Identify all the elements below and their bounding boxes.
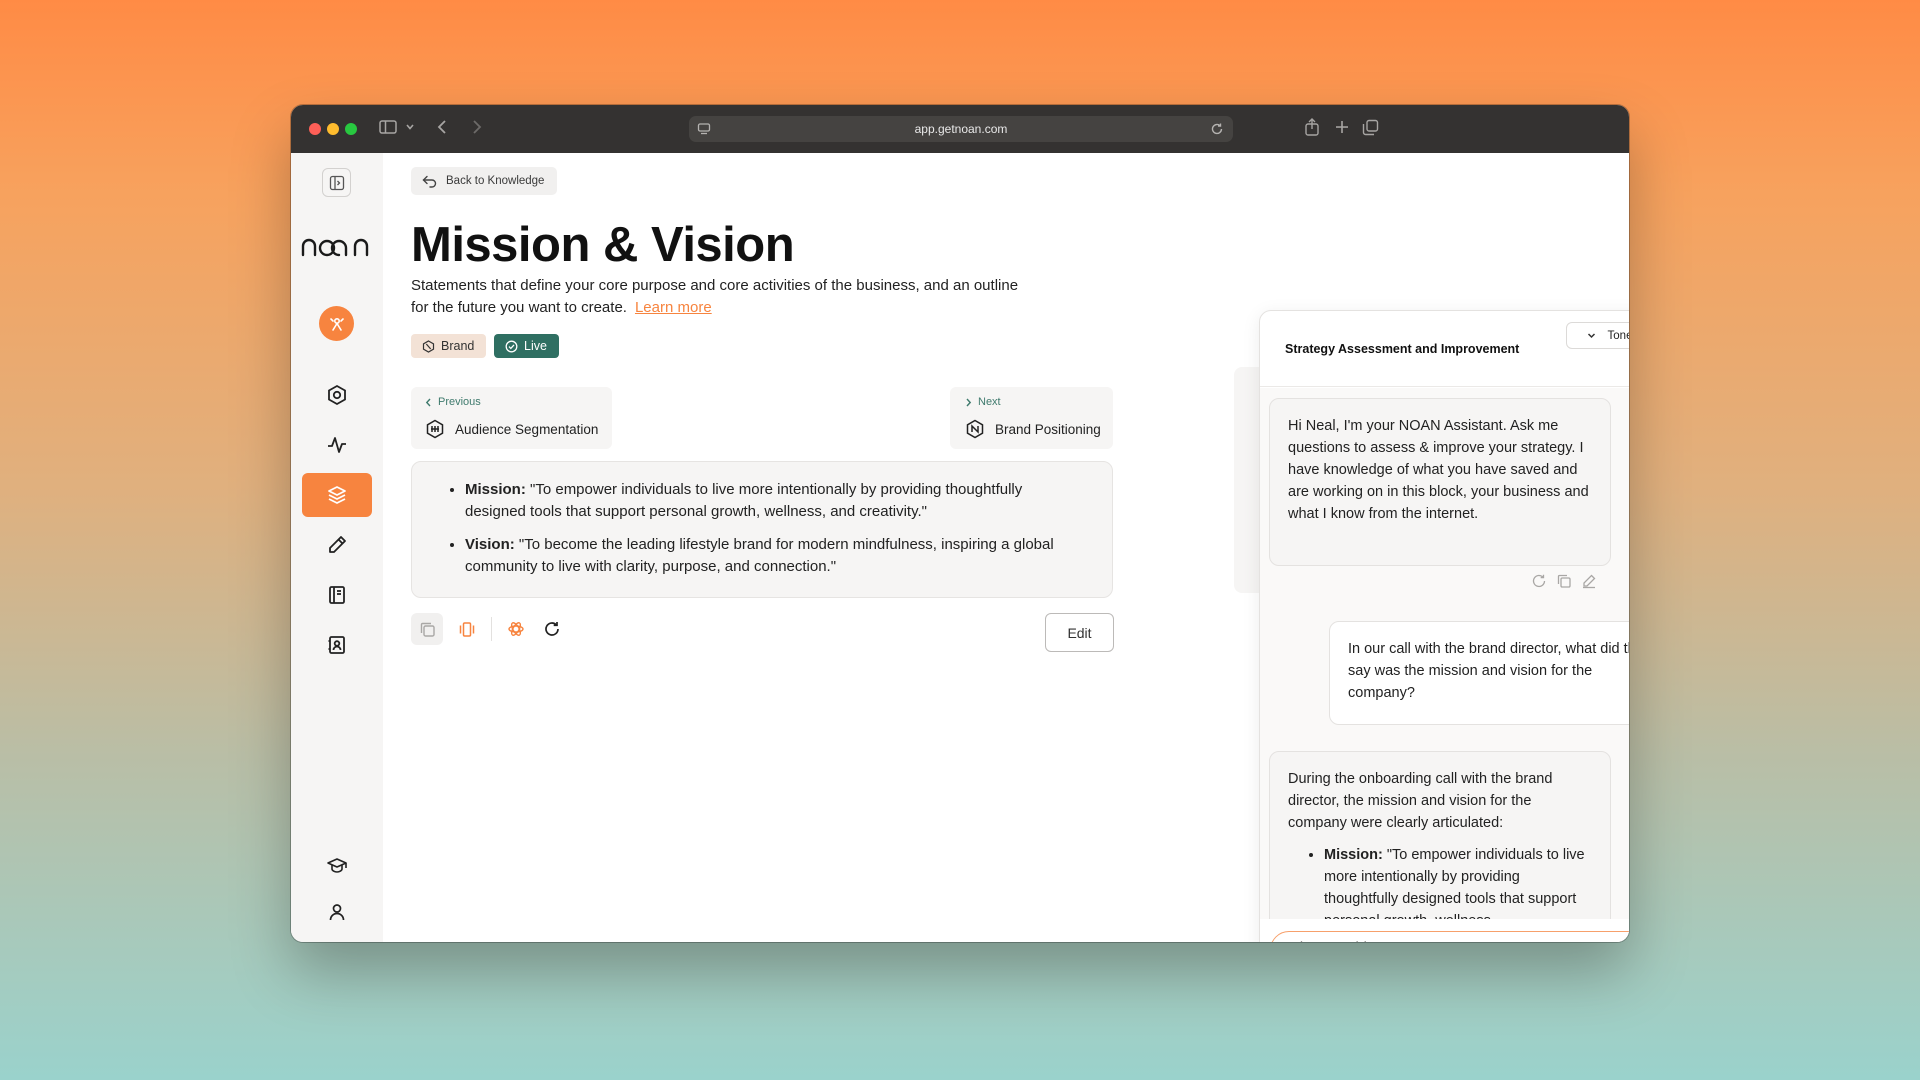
live-tag-label: Live <box>524 339 547 353</box>
vision-label: Vision: <box>465 536 515 553</box>
page-title: Mission & Vision <box>411 218 795 272</box>
chevron-down-icon[interactable] <box>405 122 415 132</box>
minimize-window-button[interactable] <box>327 123 339 135</box>
browser-titlebar: app.getnoan.com <box>291 105 1629 153</box>
assistant-mission-label: Mission: <box>1324 847 1383 863</box>
previous-label-row: Previous <box>425 396 481 408</box>
versions-icon[interactable] <box>451 613 483 645</box>
app-sidebar <box>291 153 383 942</box>
next-block-card[interactable]: Next Brand Positioning <box>950 387 1113 449</box>
previous-name: Audience Segmentation <box>455 421 599 437</box>
learn-more-link[interactable]: Learn more <box>635 299 712 316</box>
collapse-sidebar-button[interactable] <box>322 168 351 197</box>
ai-chat-panel: Strategy Assessment and Improvement Tone… <box>1259 310 1629 942</box>
back-label: Back to Knowledge <box>446 175 545 187</box>
chevron-left-icon <box>425 398 432 407</box>
url-text: app.getnoan.com <box>914 122 1008 136</box>
book-icon[interactable] <box>302 573 372 617</box>
mission-text: "To empower individuals to live more int… <box>465 481 1023 520</box>
list-item: Mission: "To empower individuals to live… <box>465 479 1080 523</box>
tone-dropdown[interactable]: Tone <box>1566 322 1629 349</box>
toolbar-divider <box>491 617 492 641</box>
mission-vision-content: Mission: "To empower individuals to live… <box>411 461 1113 598</box>
contacts-icon[interactable] <box>302 623 372 667</box>
copy-message-icon[interactable] <box>1556 573 1572 589</box>
hexagon-gear-icon[interactable] <box>302 373 372 417</box>
chat-messages: Hi Neal, I'm your NOAN Assistant. Ask me… <box>1260 388 1629 919</box>
content-toolbar <box>411 612 568 646</box>
previous-label: Previous <box>438 396 481 408</box>
list-item: Mission: "To empower individuals to live… <box>1324 844 1592 919</box>
back-to-knowledge-button[interactable]: Back to Knowledge <box>411 167 558 195</box>
next-name: Brand Positioning <box>995 421 1101 437</box>
tone-label: Tone <box>1607 329 1629 342</box>
return-arrow-icon <box>422 175 437 188</box>
tab-overview-icon[interactable] <box>1362 119 1379 136</box>
message-actions <box>1531 573 1597 589</box>
close-window-button[interactable] <box>309 123 321 135</box>
page-settings-icon[interactable] <box>697 122 711 136</box>
new-tab-icon[interactable] <box>1334 119 1350 135</box>
noan-logo[interactable] <box>300 234 374 258</box>
chat-title: Strategy Assessment and Improvement <box>1285 342 1520 356</box>
refresh-icon[interactable] <box>536 613 568 645</box>
segmentation-hexagon-icon <box>425 419 445 439</box>
graduation-cap-icon[interactable] <box>302 843 372 887</box>
assistant-list: Mission: "To empower individuals to live… <box>1288 844 1592 919</box>
assistant-message: During the onboarding call with the bran… <box>1269 751 1611 919</box>
layers-icon[interactable] <box>302 473 372 517</box>
positioning-hexagon-icon <box>965 419 985 439</box>
avatar[interactable] <box>319 306 354 341</box>
chevron-right-icon <box>965 398 972 407</box>
content-list: Mission: "To empower individuals to live… <box>440 479 1080 589</box>
chat-input-container <box>1270 931 1629 942</box>
vision-text: "To become the leading lifestyle brand f… <box>465 536 1054 575</box>
description-text: Statements that define your core purpose… <box>411 277 1019 316</box>
chevron-down-icon <box>1587 331 1596 340</box>
chat-header: Strategy Assessment and Improvement Tone <box>1260 311 1629 387</box>
reload-icon[interactable] <box>1210 122 1224 136</box>
assistant-message: Hi Neal, I'm your NOAN Assistant. Ask me… <box>1269 398 1611 566</box>
activity-icon[interactable] <box>302 423 372 467</box>
regenerate-icon[interactable] <box>1531 573 1547 589</box>
user-icon[interactable] <box>302 890 372 934</box>
page-description: Statements that define your core purpose… <box>411 275 1021 319</box>
list-item: Vision: "To become the leading lifestyle… <box>465 534 1080 578</box>
copy-icon[interactable] <box>411 613 443 645</box>
address-bar[interactable]: app.getnoan.com <box>689 116 1233 142</box>
browser-window: app.getnoan.com Back to Knowledge Missio… <box>291 105 1629 942</box>
previous-name-row: Audience Segmentation <box>425 419 598 439</box>
next-name-row: Brand Positioning <box>965 419 1101 439</box>
user-message: In our call with the brand director, wha… <box>1329 621 1629 725</box>
main-content: Back to Knowledge Mission & Vision State… <box>383 153 1629 942</box>
previous-block-card[interactable]: Previous Audience Segmentation <box>411 387 612 449</box>
forward-arrow-icon[interactable] <box>471 119 483 135</box>
brand-hexagon-icon <box>422 339 435 353</box>
share-icon[interactable] <box>1304 118 1320 136</box>
next-label-row: Next <box>965 396 1001 408</box>
brand-tag-label: Brand <box>441 339 475 353</box>
assistant-intro: During the onboarding call with the bran… <box>1288 771 1553 831</box>
brand-tag: Brand <box>411 334 487 358</box>
edit-button[interactable]: Edit <box>1045 613 1114 652</box>
apply-edit-icon[interactable] <box>1581 573 1597 589</box>
ai-generate-icon[interactable] <box>500 613 532 645</box>
check-circle-icon <box>505 340 518 353</box>
maximize-window-button[interactable] <box>345 123 357 135</box>
live-status-badge: Live <box>494 334 559 358</box>
mission-label: Mission: <box>465 481 526 498</box>
pencil-icon[interactable] <box>302 523 372 567</box>
chat-input[interactable] <box>1283 940 1629 942</box>
back-arrow-icon[interactable] <box>436 119 448 135</box>
sidebar-toggle-icon[interactable] <box>379 119 397 135</box>
next-label: Next <box>978 396 1001 408</box>
